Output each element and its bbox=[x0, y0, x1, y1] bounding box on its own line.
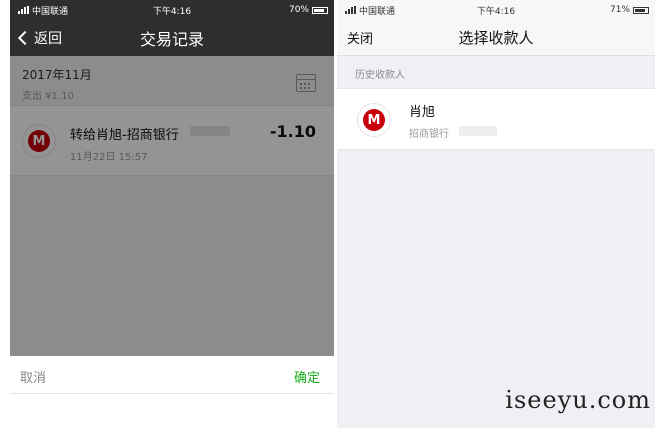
battery-percent: 71% bbox=[609, 5, 630, 15]
carrier: 中国联通 bbox=[18, 4, 68, 17]
close-button[interactable]: 关闭 bbox=[347, 28, 373, 47]
cancel-button[interactable]: 取消 bbox=[20, 367, 46, 386]
action-sheet: 取消 确定 bbox=[10, 356, 334, 428]
page-title: 交易记录 bbox=[139, 30, 204, 49]
payee-bank: 招商银行 bbox=[409, 129, 449, 140]
nav-bar: 返回 交易记录 bbox=[10, 20, 334, 56]
confirm-button[interactable]: 确定 bbox=[294, 367, 320, 386]
section-header: 历史收款人 bbox=[355, 70, 405, 81]
battery-icon bbox=[312, 6, 328, 14]
left-screen-transactions: 中国联通 下午4:16 70% 返回 交易记录 2017年11月 支出 ¥1.1… bbox=[10, 0, 334, 428]
carrier-label: 中国联通 bbox=[32, 6, 69, 17]
nav-bar: 关闭 选择收款人 bbox=[337, 20, 655, 56]
right-screen-select-payee: 中国联通 下午4:16 71% 关闭 选择收款人 历史收款人 M 肖旭 招商银行 bbox=[337, 0, 655, 428]
back-label: 返回 bbox=[34, 31, 62, 47]
carrier-label: 中国联通 bbox=[359, 6, 396, 17]
status-time: 下午4:16 bbox=[476, 6, 516, 17]
battery-status: 71% bbox=[610, 5, 649, 15]
signal-icon bbox=[345, 6, 356, 14]
status-time: 下午4:16 bbox=[152, 6, 192, 17]
carrier: 中国联通 bbox=[345, 4, 395, 17]
battery-icon bbox=[633, 6, 649, 14]
redacted-card-number bbox=[459, 126, 497, 136]
battery-percent: 70% bbox=[288, 5, 309, 15]
battery-status: 70% bbox=[289, 5, 328, 15]
watermark: iseeyu.com bbox=[505, 386, 651, 414]
page-title: 选择收款人 bbox=[458, 29, 534, 47]
chevron-left-icon bbox=[17, 30, 33, 46]
back-button[interactable]: 返回 bbox=[14, 20, 62, 56]
action-sheet-toolbar: 取消 确定 bbox=[10, 356, 334, 394]
status-bar: 中国联通 下午4:16 71% bbox=[337, 0, 655, 20]
status-bar: 中国联通 下午4:16 70% bbox=[10, 0, 334, 20]
payee-name: 肖旭 bbox=[409, 105, 436, 120]
bank-logo-letter: M bbox=[367, 112, 381, 128]
china-merchants-bank-logo-icon: M bbox=[357, 103, 391, 137]
modal-overlay[interactable] bbox=[10, 56, 334, 356]
payee-row[interactable]: M 肖旭 招商银行 bbox=[337, 88, 655, 150]
signal-icon bbox=[18, 6, 29, 14]
